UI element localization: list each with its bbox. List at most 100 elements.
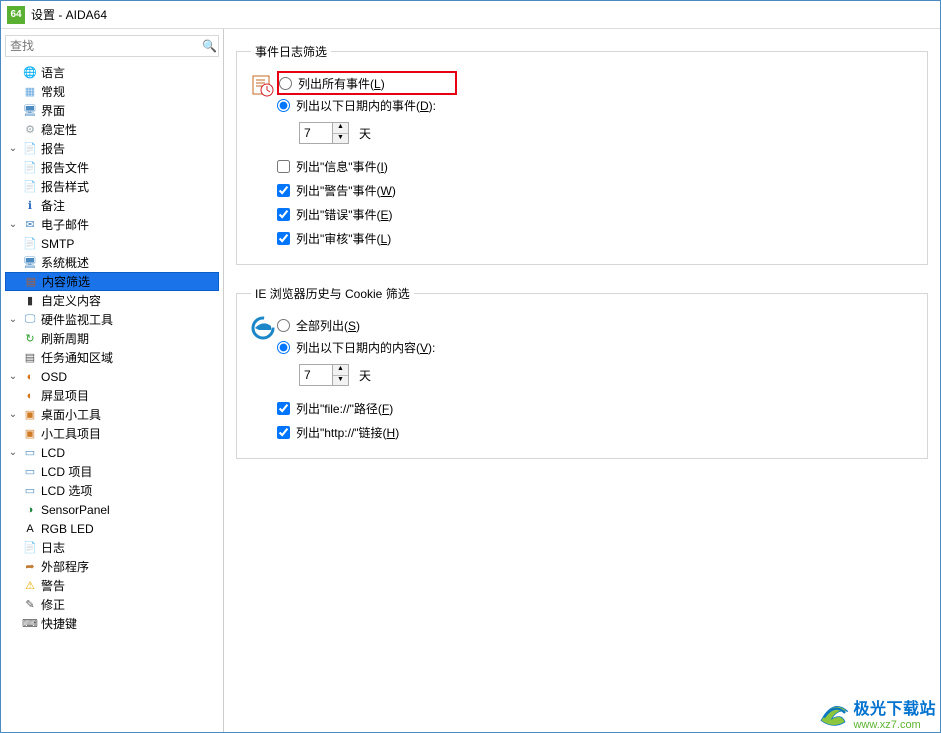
tree-item[interactable]: 📄SMTP — [5, 234, 219, 253]
tree-item[interactable]: ⌄◐OSD — [5, 367, 219, 386]
radio-list-range-events[interactable] — [277, 99, 290, 112]
tree-item-label: 报告样式 — [41, 178, 89, 195]
tree-item-label: 小工具项目 — [41, 425, 101, 442]
tree-item[interactable]: ◐屏显项目 — [5, 386, 219, 405]
spinner-up-icon[interactable]: ▲ — [333, 123, 348, 134]
tree-icon: ▤ — [22, 350, 38, 366]
checkbox-list-warning[interactable] — [277, 184, 290, 197]
watermark-title: 极光下载站 — [853, 695, 936, 719]
tree-icon: ◐ — [22, 388, 38, 404]
ie-history-filter-group: IE 浏览器历史与 Cookie 筛选 全部列出(S) 列出以下日期内的内容(V… — [236, 285, 928, 459]
tree-item-label: LCD — [41, 446, 65, 460]
checkbox-list-http[interactable] — [277, 426, 290, 439]
checkbox-list-warning-label: 列出"警告"事件(W) — [296, 182, 396, 199]
caret-down-icon[interactable]: ⌄ — [7, 314, 19, 325]
tree-item-label: 任务通知区域 — [41, 349, 113, 366]
window-title: 设置 - AIDA64 — [31, 6, 107, 23]
tree-icon: A — [22, 521, 38, 537]
ie-days-input[interactable]: 7 — [299, 364, 333, 386]
tree-icon: 📄 — [22, 141, 38, 157]
tree-item-label: 系统概述 — [41, 254, 89, 271]
search-icon: 🔍 — [202, 39, 216, 53]
tree-item[interactable]: ⚙稳定性 — [5, 120, 219, 139]
caret-down-icon[interactable]: ⌄ — [7, 371, 19, 382]
tree-item[interactable]: ▣小工具项目 — [5, 424, 219, 443]
tree-icon: ▭ — [22, 464, 38, 480]
checkbox-list-info[interactable] — [277, 160, 290, 173]
tree-item[interactable]: ▮自定义内容 — [5, 291, 219, 310]
ie-days-spinner[interactable]: ▲ ▼ — [333, 364, 349, 386]
caret-down-icon[interactable]: ⌄ — [7, 143, 19, 154]
radio-list-all-events[interactable] — [279, 77, 292, 90]
checkbox-list-info-label: 列出"信息"事件(I) — [296, 158, 388, 175]
tree-item[interactable]: ℹ备注 — [5, 196, 219, 215]
checkbox-list-file[interactable] — [277, 402, 290, 415]
tree-item[interactable]: 📄日志 — [5, 538, 219, 557]
checkbox-list-error[interactable] — [277, 208, 290, 221]
tree-icon: ▤ — [23, 274, 39, 290]
tree-item[interactable]: ⌄📄报告 — [5, 139, 219, 158]
tree-icon: 🖥 — [22, 103, 38, 119]
tree-item-label: 内容筛选 — [42, 273, 90, 290]
event-log-filter-group: 事件日志筛选 列出所有事件(L) — [236, 43, 928, 265]
spinner-down-icon[interactable]: ▼ — [333, 134, 348, 144]
tree-item[interactable]: ⌄▭LCD — [5, 443, 219, 462]
caret-down-icon[interactable]: ⌄ — [7, 409, 19, 420]
sidebar: 🔍 🌐语言▦常规🖥界面⚙稳定性⌄📄报告📄报告文件📄报告样式ℹ备注⌄✉电子邮件📄S… — [1, 29, 224, 732]
watermark: 极光下载站 www.xz7.com — [815, 695, 936, 731]
tree-item[interactable]: 🌐语言 — [5, 63, 219, 82]
tree-item[interactable]: ⌨快捷键 — [5, 614, 219, 633]
search-input[interactable] — [8, 37, 202, 55]
tree-item[interactable]: ⌄✉电子邮件 — [5, 215, 219, 234]
checkbox-list-file-label: 列出"file://"路径(F) — [296, 400, 393, 417]
tree-item[interactable]: ↻刷新周期 — [5, 329, 219, 348]
tree-item[interactable]: ▭LCD 项目 — [5, 462, 219, 481]
tree-item[interactable]: ▭LCD 选项 — [5, 481, 219, 500]
watermark-logo-icon — [815, 695, 851, 731]
tree-item[interactable]: 📄报告样式 — [5, 177, 219, 196]
radio-list-all-ie[interactable] — [277, 319, 290, 332]
tree-item-label: 快捷键 — [41, 615, 77, 632]
tree-icon: ▭ — [22, 483, 38, 499]
event-days-unit: 天 — [359, 125, 371, 142]
event-legend: 事件日志筛选 — [251, 43, 331, 60]
event-log-icon — [251, 72, 277, 98]
tree-icon: ◑ — [22, 502, 38, 518]
tree-item-label: 报告文件 — [41, 159, 89, 176]
tree-item[interactable]: 🖥界面 — [5, 101, 219, 120]
tree-item-label: 电子邮件 — [41, 216, 89, 233]
tree-item-label: 备注 — [41, 197, 65, 214]
tree-item[interactable]: ⌄🖵硬件监视工具 — [5, 310, 219, 329]
tree-item-label: 桌面小工具 — [41, 406, 101, 423]
tree-item[interactable]: ⌄▣桌面小工具 — [5, 405, 219, 424]
tree-item[interactable]: 🖥系统概述 — [5, 253, 219, 272]
tree-item[interactable]: ▤任务通知区域 — [5, 348, 219, 367]
tree-item-label: 修正 — [41, 596, 65, 613]
spinner-down-icon[interactable]: ▼ — [333, 376, 348, 386]
caret-down-icon[interactable]: ⌄ — [7, 447, 19, 458]
search-box[interactable]: 🔍 — [5, 35, 219, 57]
tree-item-label: 报告 — [41, 140, 65, 157]
tree-item[interactable]: ▤内容筛选 — [5, 272, 219, 291]
tree-icon: ✎ — [22, 597, 38, 613]
tree-item-label: 自定义内容 — [41, 292, 101, 309]
tree-item[interactable]: ➦外部程序 — [5, 557, 219, 576]
tree-item[interactable]: ▦常规 — [5, 82, 219, 101]
event-days-spinner[interactable]: ▲ ▼ — [333, 122, 349, 144]
event-days-input[interactable]: 7 — [299, 122, 333, 144]
tree-item[interactable]: ◑SensorPanel — [5, 500, 219, 519]
radio-list-range-ie-label: 列出以下日期内的内容(V): — [296, 339, 435, 356]
caret-down-icon[interactable]: ⌄ — [7, 219, 19, 230]
checkbox-list-audit-label: 列出"审核"事件(L) — [296, 230, 391, 247]
tree-item[interactable]: ARGB LED — [5, 519, 219, 538]
settings-tree[interactable]: 🌐语言▦常规🖥界面⚙稳定性⌄📄报告📄报告文件📄报告样式ℹ备注⌄✉电子邮件📄SMT… — [5, 63, 219, 633]
tree-item-label: 语言 — [41, 64, 65, 81]
tree-item[interactable]: 📄报告文件 — [5, 158, 219, 177]
tree-item[interactable]: ⚠警告 — [5, 576, 219, 595]
spinner-up-icon[interactable]: ▲ — [333, 365, 348, 376]
tree-item[interactable]: ✎修正 — [5, 595, 219, 614]
tree-item-label: SMTP — [41, 237, 74, 251]
tree-item-label: RGB LED — [41, 522, 94, 536]
checkbox-list-audit[interactable] — [277, 232, 290, 245]
radio-list-range-ie[interactable] — [277, 341, 290, 354]
